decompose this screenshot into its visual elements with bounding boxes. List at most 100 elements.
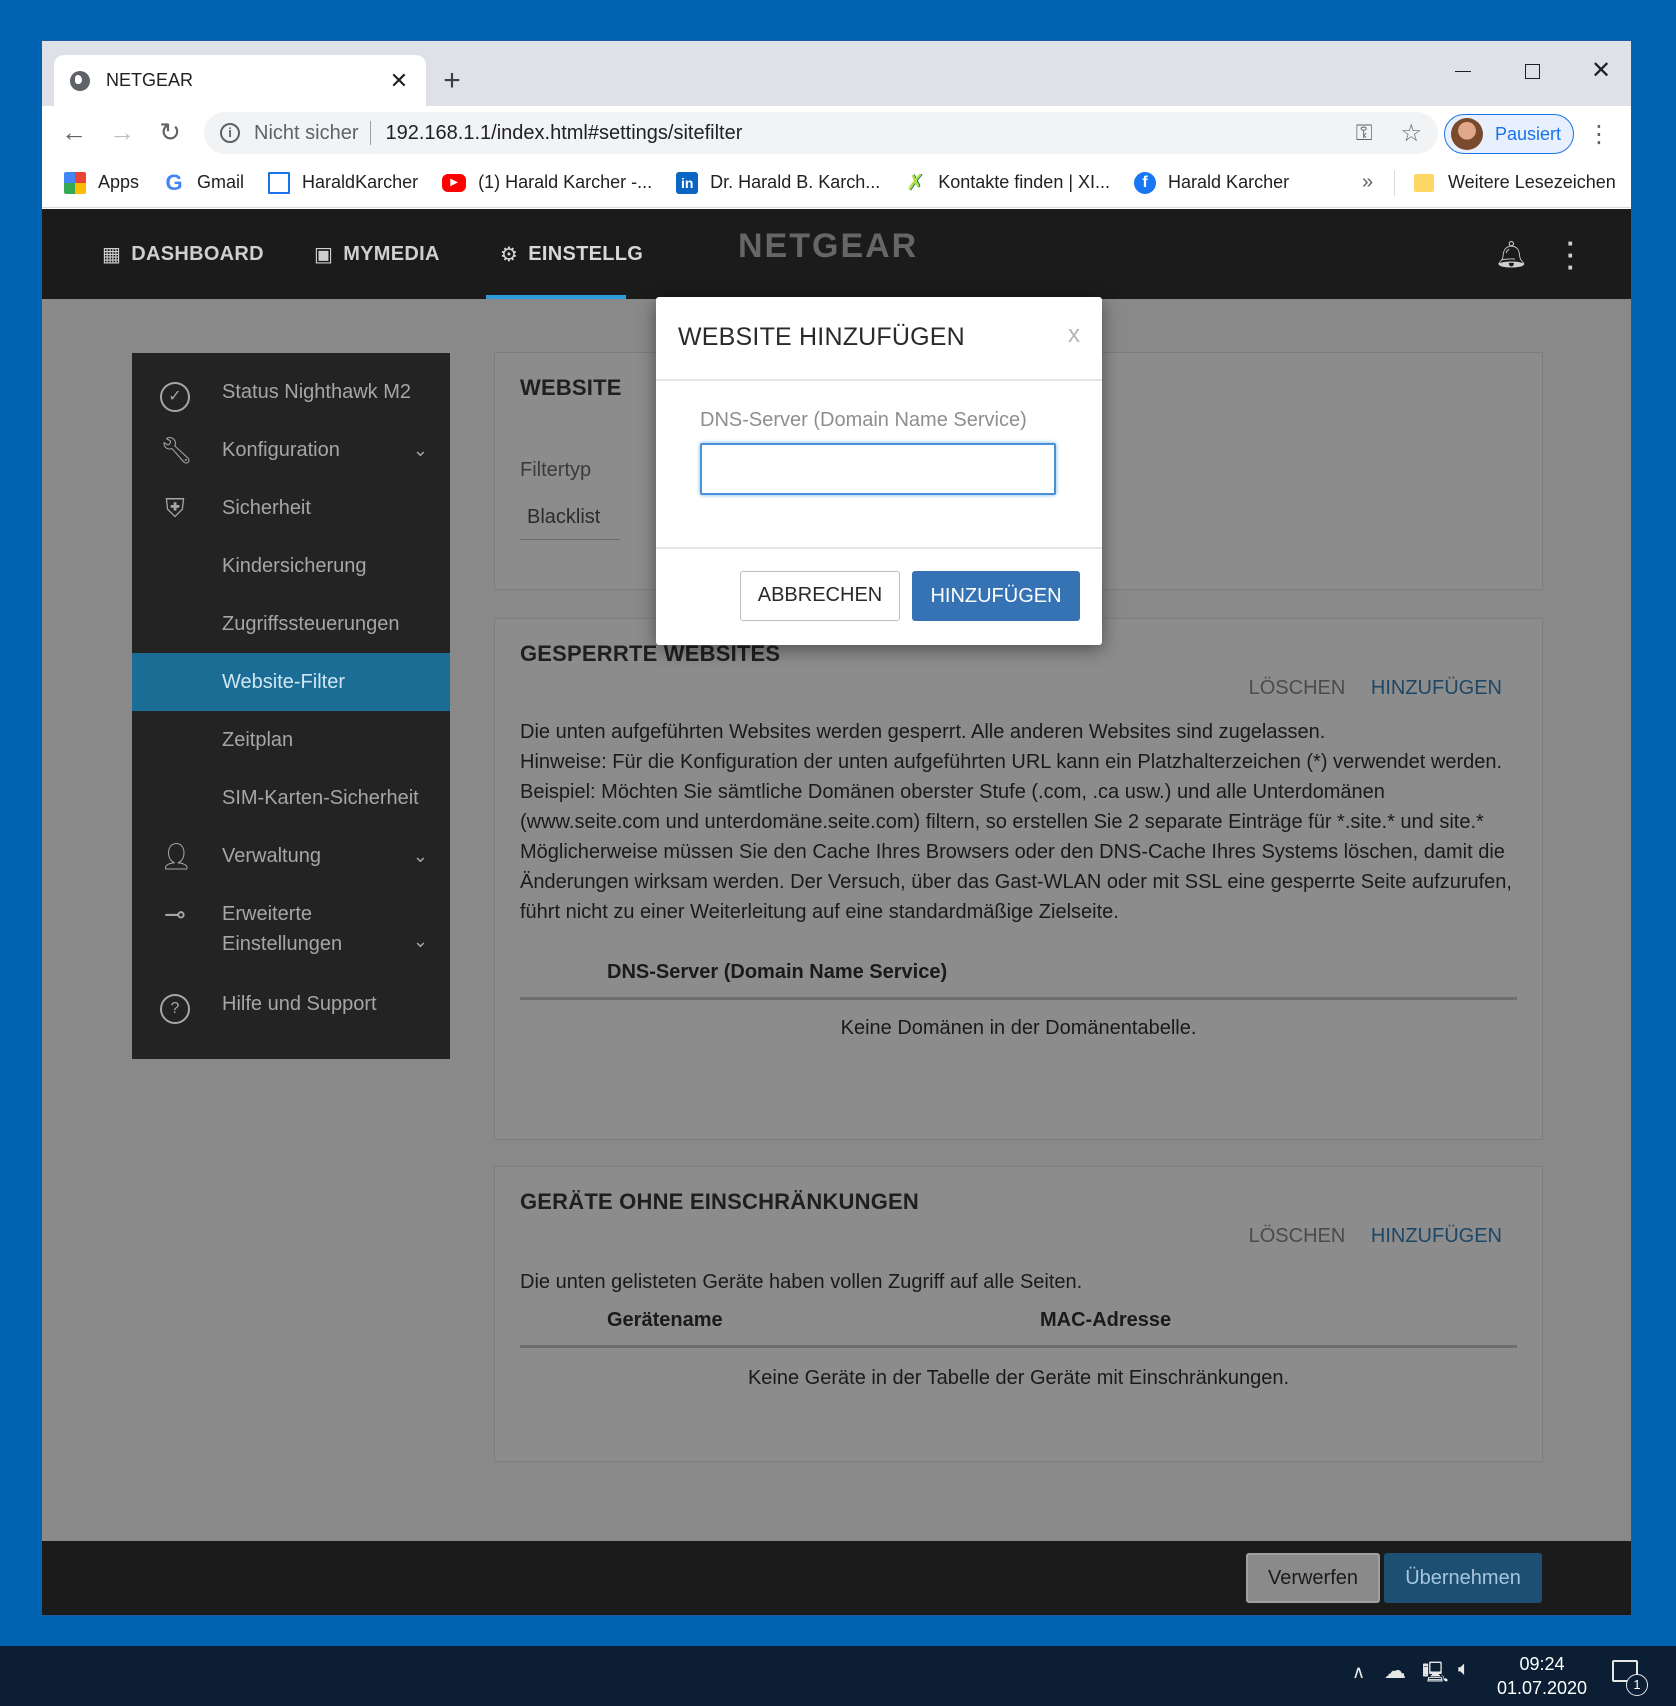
tab-netgear[interactable]: NETGEAR ✕	[54, 55, 426, 106]
address-bar[interactable]: i Nicht sicher 192.168.1.1/index.html#se…	[204, 112, 1438, 154]
site-icon	[268, 171, 291, 194]
sidebar-item-status[interactable]: ✓ Status Nighthawk M2	[132, 363, 450, 421]
bookmark-linkedin[interactable]: in Dr. Harald B. Karch...	[676, 171, 880, 194]
bookmark-apps[interactable]: Apps	[64, 171, 139, 194]
empty-table-message: Keine Domänen in der Domänentabelle.	[840, 1017, 1197, 1039]
sidebar-item-advanced-settings[interactable]: ⊸ Erweiterte Einstellungen ⌄	[132, 885, 450, 975]
bookmarks-overflow-button[interactable]: »	[1362, 171, 1373, 194]
sidebar-item-administration[interactable]: 👤︎ Verwaltung ⌄	[132, 827, 450, 885]
bookmark-label: (1) Harald Karcher -...	[478, 172, 653, 192]
star-icon[interactable]: ☆	[1400, 119, 1422, 148]
bookmark-facebook[interactable]: f Harald Karcher	[1134, 171, 1289, 194]
info-icon[interactable]: i	[220, 123, 240, 143]
nav-settings[interactable]: ⚙ EINSTELLG	[486, 209, 657, 299]
apply-button[interactable]: Übernehmen	[1384, 1553, 1542, 1603]
add-button[interactable]: HINZUFÜGEN	[1371, 1225, 1502, 1247]
bookmark-gmail[interactable]: G Gmail	[163, 171, 244, 194]
cancel-button[interactable]: ABBRECHEN	[740, 571, 900, 621]
forward-button[interactable]: →	[102, 112, 142, 152]
folder-label: Weitere Lesezeichen	[1448, 172, 1616, 192]
back-button[interactable]: ←	[54, 112, 94, 152]
address-divider	[370, 121, 372, 145]
nav-mymedia[interactable]: ▣ MYMEDIA	[314, 209, 440, 299]
add-website-dialog: WEBSITE HINZUFÜGEN x DNS-Server (Domain …	[656, 297, 1102, 645]
sidebar-item-schedule[interactable]: Zeitplan	[132, 711, 450, 769]
sidebar-item-website-filter[interactable]: Website-Filter	[132, 653, 450, 711]
new-tab-button[interactable]: +	[432, 61, 472, 101]
close-icon: ✕	[1590, 57, 1612, 84]
sidebar-item-label: Konfiguration	[222, 439, 340, 461]
card-title: WEBSITE	[520, 375, 622, 400]
other-bookmarks-folder[interactable]: Weitere Lesezeichen	[1414, 172, 1616, 193]
sidebar-item-access-control[interactable]: Zugriffssteuerungen	[132, 595, 450, 653]
column-header-device-name: Gerätename	[607, 1309, 723, 1331]
security-indicator[interactable]: Nicht sicher	[254, 122, 358, 145]
unrestricted-devices-card: GERÄTE OHNE EINSCHRÄNKUNGEN LÖSCHEN HINZ…	[495, 1167, 1542, 1461]
window-close-button[interactable]: ✕	[1571, 51, 1631, 91]
sidebar-item-label: Kindersicherung	[222, 555, 367, 577]
sidebar-item-configuration[interactable]: 🔧︎ Konfiguration ⌄	[132, 421, 450, 479]
tab-close-icon[interactable]: ✕	[388, 68, 410, 94]
card-title: GERÄTE OHNE EINSCHRÄNKUNGEN	[520, 1189, 919, 1214]
sidebar-item-parental-control[interactable]: Kindersicherung	[132, 537, 450, 595]
nav-dashboard[interactable]: ▦ DASHBOARD	[102, 209, 264, 299]
arrow-right-icon: →	[109, 117, 135, 147]
column-header-dns: DNS-Server (Domain Name Service)	[607, 961, 948, 983]
sidebar-item-sim-security[interactable]: SIM-Karten-Sicherheit	[132, 769, 450, 827]
sidebar-item-label: Verwaltung	[222, 845, 321, 867]
volume-icon[interactable]: 🔈︎	[1458, 1658, 1470, 1681]
table-header-line	[520, 1345, 1517, 1348]
dialog-divider	[656, 379, 1102, 381]
clock-time: 09:24	[1519, 1654, 1565, 1674]
dns-field-label: DNS-Server (Domain Name Service)	[700, 409, 1027, 431]
key-icon[interactable]: ⚿	[1356, 120, 1373, 146]
bell-icon[interactable]: 🔔︎	[1495, 239, 1528, 270]
sidebar-item-security[interactable]: ⛨ Sicherheit	[132, 479, 450, 537]
sidebar-item-help[interactable]: ? Hilfe und Support	[132, 975, 450, 1033]
browser-toolbar: ← → ↻ i Nicht sicher 192.168.1.1/index.h…	[42, 106, 1631, 158]
tab-strip: NETGEAR ✕ + ✕	[42, 41, 1631, 106]
network-icon[interactable]: 🖳︎	[1422, 1658, 1449, 1692]
add-button[interactable]: HINZUFÜGEN	[1371, 677, 1502, 699]
description-line: Die unten aufgeführten Websites werden g…	[520, 721, 1326, 743]
sidebar: ✓ Status Nighthawk M2 🔧︎ Konfiguration ⌄ ⛨ S…	[132, 353, 450, 1059]
card-actions: LÖSCHEN HINZUFÜGEN	[1249, 677, 1502, 700]
add-website-button[interactable]: HINZUFÜGEN	[912, 571, 1080, 621]
column-header-mac-address: MAC-Adresse	[1040, 1309, 1172, 1331]
notification-count-badge: 1	[1626, 1674, 1648, 1696]
card-actions: LÖSCHEN HINZUFÜGEN	[1249, 1225, 1502, 1248]
window-minimize-button[interactable]	[1433, 51, 1493, 91]
delete-button[interactable]: LÖSCHEN	[1249, 1225, 1346, 1247]
tray-expand-icon[interactable]: ∧	[1352, 1662, 1365, 1683]
delete-button[interactable]: LÖSCHEN	[1249, 677, 1346, 699]
linkedin-icon: in	[676, 171, 699, 194]
help-icon: ?	[160, 989, 190, 1024]
sidebar-item-label-line2: Einstellungen	[222, 933, 343, 955]
cloud-icon[interactable]: ☁	[1384, 1658, 1406, 1684]
dns-server-input[interactable]	[700, 443, 1056, 495]
bookmark-label: Kontakte finden | XI...	[938, 172, 1111, 192]
active-tab-indicator	[486, 295, 626, 299]
filter-type-select[interactable]: Blacklist	[527, 506, 600, 529]
window-maximize-button[interactable]	[1502, 51, 1562, 91]
url-text[interactable]: 192.168.1.1/index.html#settings/sitefilt…	[385, 122, 1355, 145]
filter-type-underline	[520, 539, 620, 540]
discard-button[interactable]: Verwerfen	[1246, 1553, 1380, 1603]
bookmark-xing[interactable]: ✗ Kontakte finden | XI...	[904, 171, 1111, 194]
dialog-close-icon[interactable]: x	[1068, 321, 1080, 349]
facebook-icon: f	[1134, 171, 1157, 194]
nav-label: EINSTELLG	[528, 242, 644, 265]
bookmark-youtube[interactable]: ▶ (1) Harald Karcher -...	[442, 172, 652, 193]
reload-button[interactable]: ↻	[150, 112, 190, 152]
dashboard-icon: ▦	[102, 243, 122, 266]
app-menu-icon[interactable]: · · ·	[1566, 230, 1576, 280]
profile-button[interactable]: Pausiert	[1444, 114, 1574, 154]
blocked-websites-card: GESPERRTE WEBSITES LÖSCHEN HINZUFÜGEN Di…	[495, 619, 1542, 1139]
windows-taskbar: ∧ ☁ 🖳︎ 🔈︎ 09:24 01.07.2020 1	[0, 1646, 1676, 1706]
browser-menu-icon[interactable]: ⋮	[1587, 120, 1611, 150]
bookmark-haraldkarcher[interactable]: HaraldKarcher	[268, 171, 418, 194]
gear-icon: ⚙	[500, 243, 519, 266]
system-clock[interactable]: 09:24 01.07.2020	[1490, 1652, 1594, 1700]
profile-label: Pausiert	[1495, 123, 1562, 144]
apps-grid-icon	[64, 171, 86, 194]
